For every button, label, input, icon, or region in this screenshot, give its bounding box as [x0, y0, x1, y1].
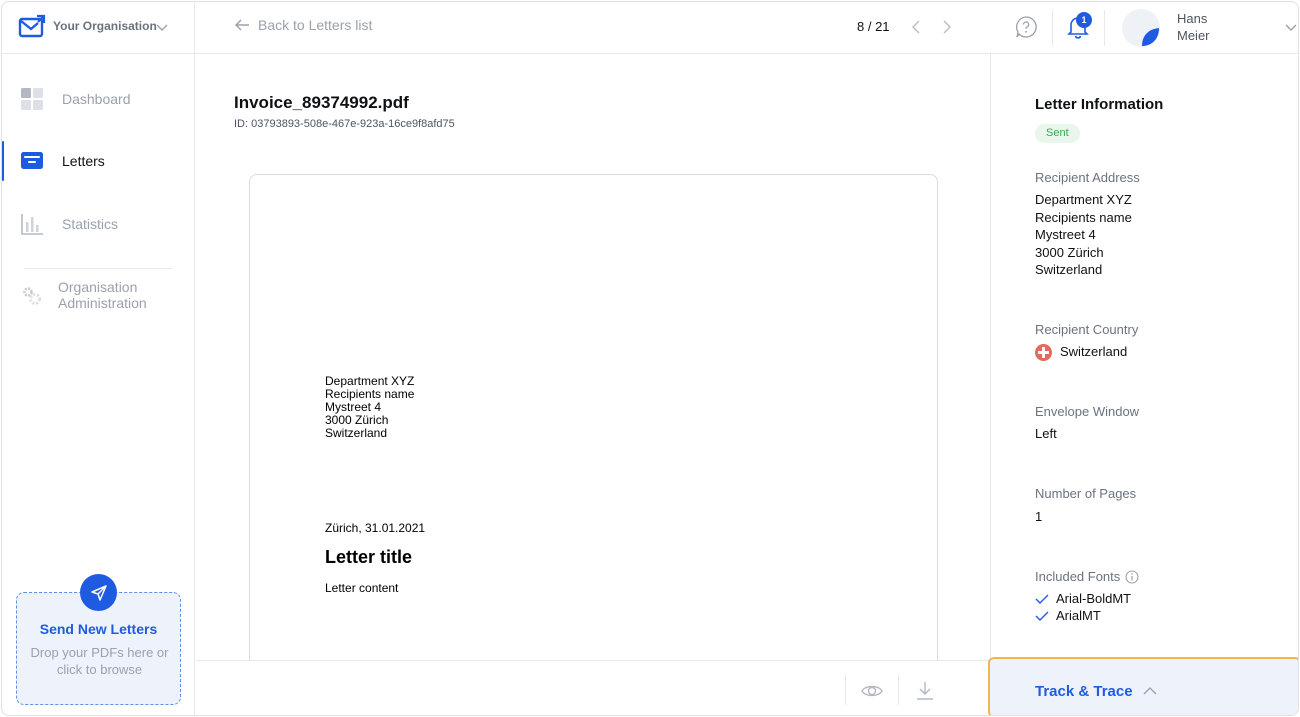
avatar-leaf-icon: [1142, 28, 1159, 46]
pager-counter: 8 / 21: [857, 19, 890, 34]
font-item: Arial-BoldMT: [1056, 591, 1132, 606]
panel-title: Letter Information: [1035, 96, 1164, 113]
chevron-down-icon[interactable]: [1284, 20, 1298, 34]
sidebar-item-label: Organisation Administration: [58, 279, 147, 311]
recipient-address-label: Recipient Address: [1035, 170, 1140, 185]
eye-icon[interactable]: [861, 680, 883, 702]
app-window: Your Organisation Back to Letters list 8…: [1, 1, 1299, 716]
preview-toolbar: [196, 660, 990, 715]
included-fonts-label: Included Fonts: [1035, 569, 1121, 584]
divider: [898, 675, 899, 705]
paper-plane-icon: [90, 584, 107, 601]
mail-logo-icon: [18, 14, 46, 38]
dropzone-hint: Drop your PDFs here or click to browse: [27, 644, 172, 678]
letter-address: Department XYZ Recipients name Mystreet …: [325, 375, 414, 440]
letter-content: Letter content: [325, 581, 399, 595]
address-line: Switzerland: [1035, 262, 1103, 277]
file-id: ID: 03793893-508e-467e-923a-16ce9f8afd75: [234, 118, 455, 130]
sidebar-item-dashboard[interactable]: Dashboard: [2, 79, 194, 119]
chevron-down-icon: [156, 24, 168, 31]
sidebar-item-organisation-administration[interactable]: Organisation Administration: [2, 276, 194, 316]
recipient-country-label: Recipient Country: [1035, 322, 1139, 337]
active-indicator: [2, 141, 4, 181]
divider: [845, 675, 846, 705]
admin-label-line2: Administration: [58, 295, 147, 311]
letters-icon: [21, 152, 43, 169]
dropzone-hint-line1: Drop your PDFs here or: [30, 645, 169, 660]
file-name: Invoice_89374992.pdf: [234, 93, 409, 112]
help-icon[interactable]: [1014, 15, 1038, 39]
address-line: Switzerland: [325, 426, 388, 440]
letter-preview-area: Invoice_89374992.pdf ID: 03793893-508e-4…: [196, 54, 990, 715]
sidebar-divider: [24, 268, 172, 269]
letter-date: Zürich, 31.01.2021: [325, 521, 426, 535]
checkmark-icon: [1035, 594, 1049, 604]
sidebar-item-label: Dashboard: [62, 91, 131, 107]
back-to-letters-link[interactable]: Back to Letters list: [234, 17, 372, 33]
address-line: Recipients name: [1035, 209, 1132, 225]
swiss-flag-icon: [1035, 344, 1052, 361]
sidebar-item-letters[interactable]: Letters: [2, 141, 194, 181]
recipient-country-value: Switzerland: [1060, 344, 1128, 359]
back-label: Back to Letters list: [258, 17, 373, 33]
dropzone-hint-line2: click to browse: [56, 662, 143, 677]
status-badge: Sent: [1035, 124, 1080, 143]
arrow-left-icon: [235, 19, 249, 31]
letter-information-panel: Letter Information Sent Recipient Addres…: [990, 54, 1298, 715]
address-line: Department XYZ: [1035, 192, 1132, 207]
organisation-name: Your Organisation: [53, 19, 157, 33]
admin-label-line1: Organisation: [58, 279, 138, 295]
dashboard-icon: [21, 88, 43, 110]
track-and-trace-label: Track & Trace: [1035, 683, 1133, 700]
number-of-pages-value: 1: [1035, 509, 1043, 524]
info-icon[interactable]: [1125, 570, 1139, 584]
address-line: 3000 Zürich: [1035, 244, 1104, 260]
address-line: Mystreet 4: [1035, 227, 1096, 242]
dropzone-title: Send New Letters: [39, 621, 158, 637]
sidebar-item-label: Statistics: [62, 216, 119, 232]
envelope-window-value: Left: [1035, 426, 1057, 441]
font-item: ArialMT: [1056, 608, 1101, 623]
top-bar: Your Organisation Back to Letters list 8…: [2, 2, 1298, 54]
next-letter-icon[interactable]: [940, 18, 954, 36]
send-button[interactable]: [80, 574, 117, 611]
letter-page-preview: Department XYZ Recipients name Mystreet …: [249, 174, 938, 694]
statistics-icon: [21, 214, 43, 235]
number-of-pages-label: Number of Pages: [1035, 486, 1137, 501]
download-icon[interactable]: [914, 680, 936, 702]
track-and-trace-toggle[interactable]: Track & Trace: [988, 657, 1298, 715]
letter-title: Letter title: [325, 547, 413, 567]
gear-icon: [23, 287, 41, 305]
envelope-window-label: Envelope Window: [1035, 404, 1140, 419]
divider: [1052, 10, 1053, 46]
sidebar: Dashboard Letters Statistics Organisatio…: [2, 54, 195, 715]
user-last-name: Meier: [1177, 28, 1210, 43]
send-letters-dropzone[interactable]: Send New Letters Drop your PDFs here or …: [16, 574, 181, 705]
avatar[interactable]: [1122, 9, 1160, 47]
previous-letter-icon[interactable]: [909, 18, 923, 36]
notification-badge: 1: [1076, 12, 1092, 28]
recipient-address-value: Department XYZ Recipients name Mystreet …: [1035, 191, 1132, 279]
sidebar-item-label: Letters: [62, 153, 105, 169]
checkmark-icon: [1035, 611, 1049, 621]
divider: [1104, 10, 1105, 46]
organisation-switcher[interactable]: Your Organisation: [2, 2, 195, 54]
chevron-up-icon: [1143, 687, 1157, 695]
sidebar-item-statistics[interactable]: Statistics: [2, 204, 194, 244]
user-first-name: Hans: [1177, 11, 1208, 26]
